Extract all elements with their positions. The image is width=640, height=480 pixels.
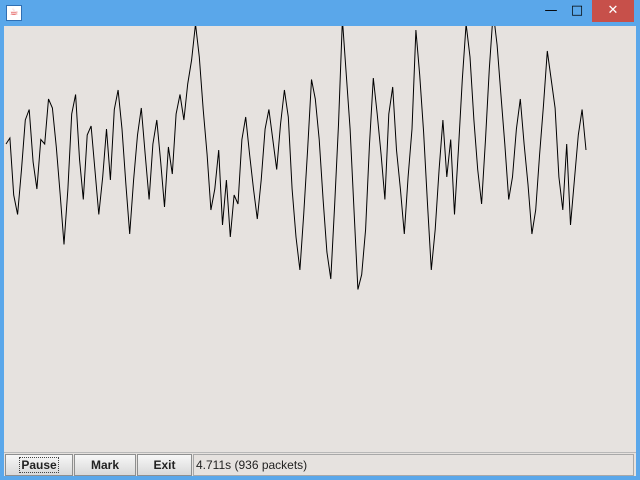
status-field: 4.711s (936 packets) [193, 454, 634, 476]
mark-button-label: Mark [90, 458, 119, 472]
minimize-button[interactable]: — [540, 0, 562, 22]
waveform-plot [5, 26, 587, 290]
mark-button[interactable]: Mark [74, 454, 136, 476]
maximize-button[interactable]: □ [566, 0, 588, 22]
exit-button[interactable]: Exit [137, 454, 192, 476]
pause-button-label: Pause [19, 457, 59, 473]
control-bar: Pause Mark Exit 4.711s (936 packets) [4, 452, 636, 476]
close-button[interactable]: ✕ [592, 0, 634, 22]
waveform-line [5, 26, 587, 290]
application-window: ☕ — □ ✕ Pause Mark Exit 4.711s (936 pack… [0, 0, 640, 480]
java-icon: ☕ [6, 5, 22, 21]
client-area: Pause Mark Exit 4.711s (936 packets) [4, 26, 636, 476]
pause-button[interactable]: Pause [5, 454, 73, 476]
exit-button-label: Exit [153, 458, 176, 472]
title-bar[interactable]: ☕ — □ ✕ [0, 0, 640, 26]
